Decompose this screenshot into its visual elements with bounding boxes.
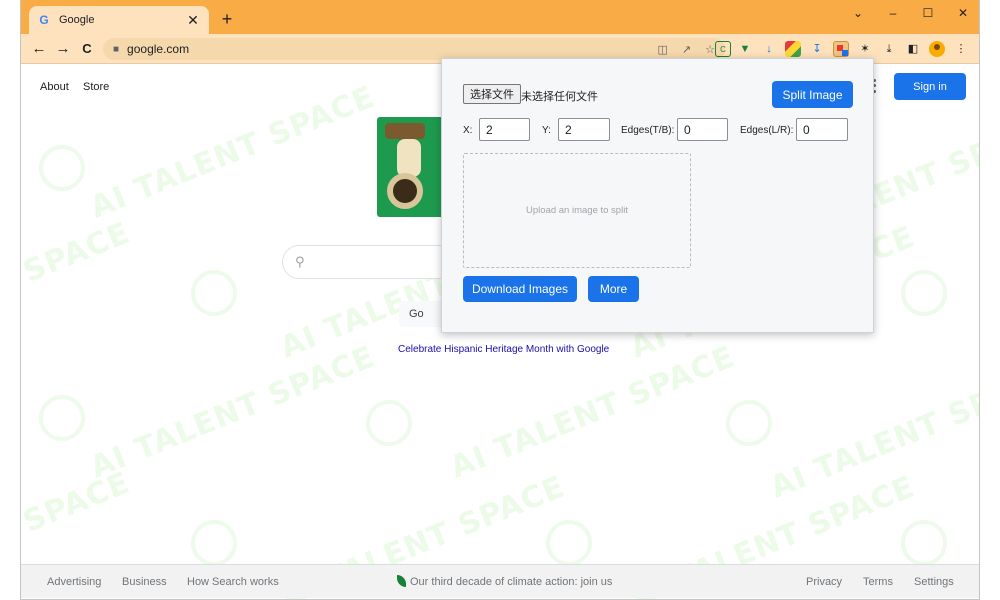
minimize-button[interactable]: –	[881, 4, 905, 22]
close-window-button[interactable]: ✕	[951, 4, 975, 22]
x-label: X:	[463, 125, 473, 136]
address-bar[interactable]: ■ google.com ◫ ↗ ☆	[103, 38, 725, 60]
reload-button[interactable]: C	[77, 39, 97, 59]
translate-icon[interactable]: ◫	[658, 43, 668, 56]
maximize-button[interactable]: ☐	[916, 4, 940, 22]
y-input[interactable]	[558, 118, 610, 141]
extension-filter-icon[interactable]: ↧	[809, 41, 825, 57]
downloads-icon[interactable]: ⤓	[881, 41, 897, 57]
watermark-logo-icon	[191, 520, 237, 566]
tab-strip: G Google ✕ + ⌄ – ☐ ✕	[21, 0, 979, 34]
store-link[interactable]: Store	[83, 81, 109, 93]
search-icon: ⚲	[295, 254, 305, 269]
edges-lr-input[interactable]	[796, 118, 848, 141]
watermark-text: AI TALENT SPACE	[85, 79, 380, 226]
download-images-button[interactable]: Download Images	[463, 276, 577, 302]
extension-c-icon[interactable]: C	[715, 41, 731, 57]
extension-leaf-icon[interactable]: ▼	[737, 41, 753, 57]
lock-icon: ■	[113, 43, 120, 55]
watermark-logo-icon	[546, 520, 592, 566]
watermark-logo-icon	[901, 270, 947, 316]
google-doodle-image[interactable]	[377, 117, 447, 217]
watermark-logo-icon	[726, 400, 772, 446]
watermark-logo-icon	[39, 395, 85, 441]
tab-search-chevron-icon[interactable]: ⌄	[846, 4, 870, 22]
dropzone-text: Upload an image to split	[526, 205, 628, 216]
footer-terms-link[interactable]: Terms	[863, 576, 893, 588]
image-splitter-popup: 选择文件 未选择任何文件 Split Image X: Y: Edges(T/B…	[441, 58, 874, 333]
profile-avatar-icon[interactable]	[929, 41, 945, 57]
browser-window: G Google ✕ + ⌄ – ☐ ✕ ← → C ■ google.com …	[20, 0, 980, 600]
footer-how-search-works-link[interactable]: How Search works	[187, 576, 279, 588]
browser-menu-icon[interactable]: ⋮	[953, 41, 969, 57]
forward-button[interactable]: →	[53, 39, 73, 59]
tab-title: Google	[59, 14, 95, 26]
google-favicon-icon: G	[39, 13, 49, 27]
image-splitter-extension-icon[interactable]	[833, 41, 849, 57]
upload-dropzone[interactable]: Upload an image to split	[463, 153, 691, 268]
watermark-text: SPACE	[20, 465, 136, 540]
celebrate-heritage-link[interactable]: Celebrate Hispanic Heritage Month with G…	[398, 344, 609, 355]
footer-climate-link[interactable]: Our third decade of climate action: join…	[410, 576, 612, 588]
watermark-logo-icon	[39, 145, 85, 191]
bookmark-star-icon[interactable]: ☆	[705, 43, 715, 56]
y-label: Y:	[542, 125, 551, 136]
about-link[interactable]: About	[40, 81, 69, 93]
split-image-button[interactable]: Split Image	[772, 81, 853, 108]
tab-google[interactable]: G Google ✕	[29, 6, 209, 34]
file-status-text: 未选择任何文件	[521, 90, 598, 103]
footer-settings-link[interactable]: Settings	[914, 576, 954, 588]
extension-colorful-icon[interactable]	[785, 41, 801, 57]
google-footer: Advertising Business How Search works Ou…	[21, 564, 979, 598]
leaf-icon	[397, 575, 406, 587]
watermark-text: AI TALENT SPACE	[765, 359, 980, 506]
side-panel-icon[interactable]: ◧	[905, 41, 921, 57]
edges-tb-label: Edges(T/B):	[621, 125, 675, 136]
footer-advertising-link[interactable]: Advertising	[47, 576, 101, 588]
sign-in-button[interactable]: Sign in	[894, 73, 966, 100]
watermark-text: AI TALENT SPACE	[445, 339, 740, 486]
url-text: google.com	[127, 42, 190, 56]
extension-download-arrow-icon[interactable]: ↓	[761, 41, 777, 57]
more-button[interactable]: More	[588, 276, 639, 302]
new-tab-button[interactable]: +	[217, 9, 237, 29]
watermark-logo-icon	[901, 520, 947, 566]
watermark-logo-icon	[366, 400, 412, 446]
choose-file-button[interactable]: 选择文件	[463, 84, 521, 104]
watermark-text: SPACE	[20, 215, 136, 290]
watermark-text: AI TALENT SPACE	[85, 339, 380, 486]
watermark-logo-icon	[191, 270, 237, 316]
footer-privacy-link[interactable]: Privacy	[806, 576, 842, 588]
extensions-puzzle-icon[interactable]: ✶	[857, 41, 873, 57]
back-button[interactable]: ←	[29, 39, 49, 59]
share-icon[interactable]: ↗	[682, 43, 691, 56]
footer-business-link[interactable]: Business	[122, 576, 167, 588]
x-input[interactable]	[479, 118, 530, 141]
edges-lr-label: Edges(L/R):	[740, 125, 794, 136]
edges-tb-input[interactable]	[677, 118, 728, 141]
tab-close-icon[interactable]: ✕	[185, 12, 201, 29]
